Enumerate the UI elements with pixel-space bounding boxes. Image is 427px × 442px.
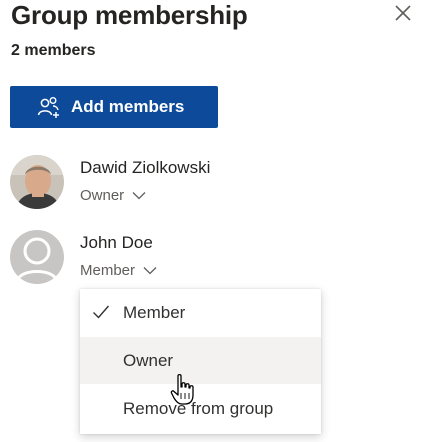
menu-item-member[interactable]: Member: [80, 289, 321, 336]
role-label: Member: [80, 262, 136, 279]
role-menu: Member Owner Remove from group: [80, 289, 321, 434]
role-label: Owner: [80, 187, 125, 204]
role-dropdown[interactable]: Owner: [80, 187, 146, 204]
avatar: [10, 230, 64, 284]
hand-cursor-icon: [170, 374, 194, 405]
add-members-label: Add members: [71, 97, 185, 116]
avatar: [10, 155, 64, 209]
menu-item-owner[interactable]: Owner: [80, 337, 321, 384]
close-icon: [395, 5, 411, 21]
member-count: 2 members: [11, 42, 96, 59]
panel-title: Group membership: [11, 0, 248, 30]
member-name: John Doe: [80, 233, 153, 252]
member-item: Dawid Ziolkowski Owner: [10, 155, 310, 211]
chevron-down-icon: [132, 192, 146, 200]
member-item: John Doe Member: [10, 230, 310, 286]
close-button[interactable]: [390, 1, 416, 27]
menu-item-label: Remove from group: [123, 398, 274, 418]
add-members-button[interactable]: Add members: [10, 86, 218, 128]
add-people-icon: [37, 97, 59, 118]
member-name: Dawid Ziolkowski: [80, 158, 211, 177]
checkmark-icon: [93, 305, 110, 319]
role-dropdown[interactable]: Member: [80, 262, 157, 279]
menu-item-label: Member: [123, 302, 186, 322]
menu-item-remove[interactable]: Remove from group: [80, 385, 321, 432]
menu-item-label: Owner: [123, 350, 174, 370]
chevron-down-icon: [143, 267, 157, 275]
